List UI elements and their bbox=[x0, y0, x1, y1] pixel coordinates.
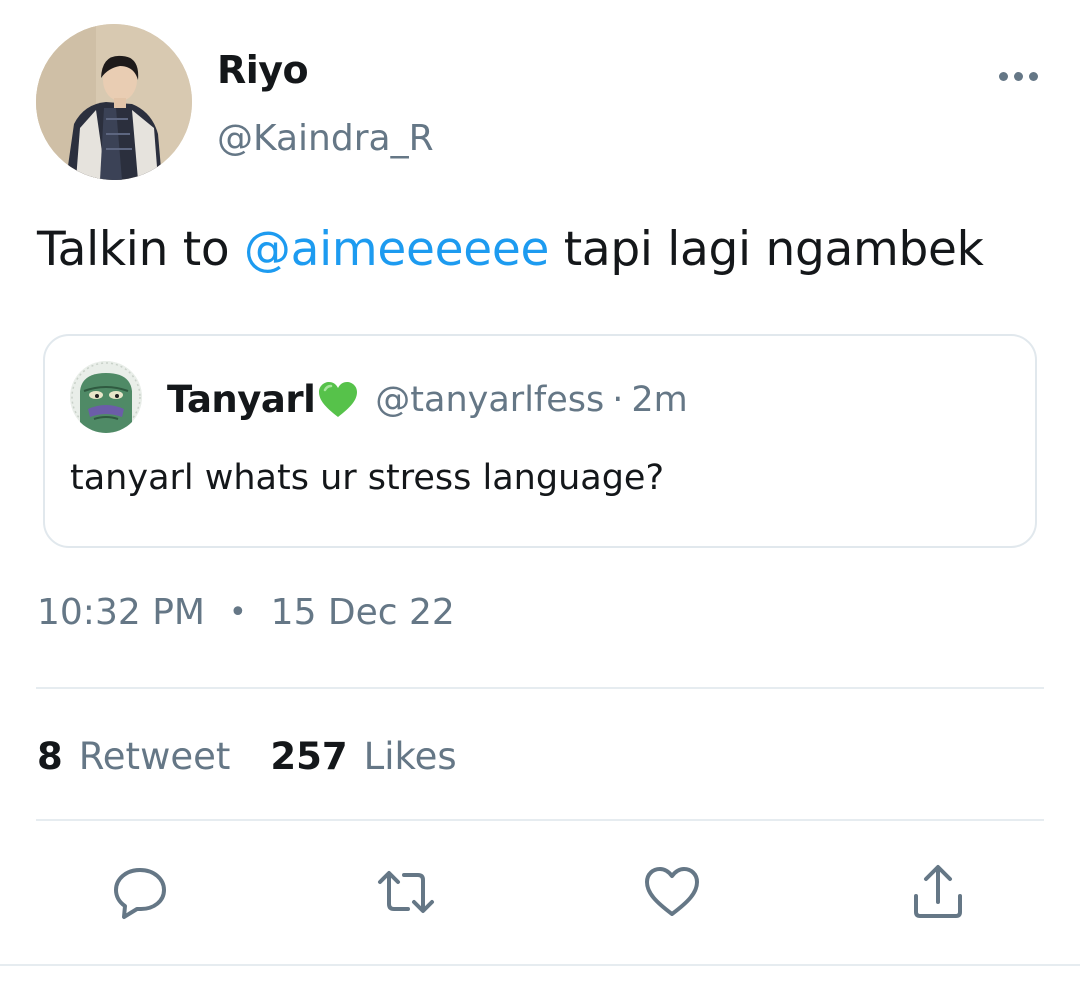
tweet-detail: Riyo @Kaindra_R Talkin to @aimeeeeee tap… bbox=[0, 0, 1080, 984]
more-dot bbox=[1013, 71, 1023, 81]
retweet-count[interactable]: 8 bbox=[37, 735, 63, 778]
more-dot bbox=[998, 71, 1008, 81]
quote-header: Tanyarl @tanyarlfess · 2m bbox=[167, 378, 688, 421]
quote-display-name[interactable]: Tanyarl bbox=[167, 378, 316, 421]
author-photo bbox=[36, 24, 192, 180]
retweet-icon bbox=[378, 871, 434, 913]
tweet-text: Talkin to @aimeeeeee tapi lagi ngambek bbox=[37, 222, 984, 277]
like-icon bbox=[645, 867, 699, 916]
tweet-text-after: tapi lagi ngambek bbox=[549, 222, 984, 277]
quoted-tweet-card[interactable]: Tanyarl @tanyarlfess · 2m tanyarl whats … bbox=[43, 334, 1037, 548]
more-dot bbox=[1028, 71, 1038, 81]
reply-button[interactable] bbox=[108, 860, 172, 924]
divider bbox=[36, 819, 1044, 821]
green-heart-icon bbox=[319, 381, 358, 417]
more-options-icon[interactable] bbox=[990, 58, 1046, 94]
likes-label[interactable]: Likes bbox=[364, 735, 457, 778]
author-handle[interactable]: @Kaindra_R bbox=[217, 118, 434, 159]
divider bbox=[36, 687, 1044, 689]
retweet-label[interactable]: Retweet bbox=[79, 735, 231, 778]
likes-count[interactable]: 257 bbox=[270, 735, 347, 778]
tweet-date: 15 Dec 22 bbox=[270, 592, 455, 633]
author-avatar[interactable] bbox=[36, 24, 192, 180]
tweet-time: 10:32 PM bbox=[37, 592, 205, 633]
quote-time[interactable]: 2m bbox=[631, 380, 687, 420]
engagement-stats: 8 Retweet 257 Likes bbox=[37, 735, 457, 778]
share-button[interactable] bbox=[906, 860, 970, 924]
tweet-text-before: Talkin to bbox=[37, 222, 244, 277]
mention-link[interactable]: @aimeeeeee bbox=[244, 222, 549, 277]
quote-avatar-image bbox=[70, 361, 142, 433]
quote-text: tanyarl whats ur stress language? bbox=[70, 458, 665, 498]
reply-icon bbox=[114, 868, 166, 919]
tweet-timestamp[interactable]: 10:32 PM • 15 Dec 22 bbox=[37, 592, 455, 633]
quote-handle[interactable]: @tanyarlfess bbox=[375, 380, 604, 420]
quote-author-avatar[interactable] bbox=[70, 361, 142, 433]
quote-separator: · bbox=[612, 379, 624, 420]
divider bbox=[0, 964, 1080, 966]
like-button[interactable] bbox=[640, 860, 704, 924]
author-display-name[interactable]: Riyo bbox=[217, 48, 309, 92]
timestamp-separator: • bbox=[228, 595, 247, 630]
retweet-button[interactable] bbox=[374, 860, 438, 924]
share-icon bbox=[914, 865, 962, 918]
